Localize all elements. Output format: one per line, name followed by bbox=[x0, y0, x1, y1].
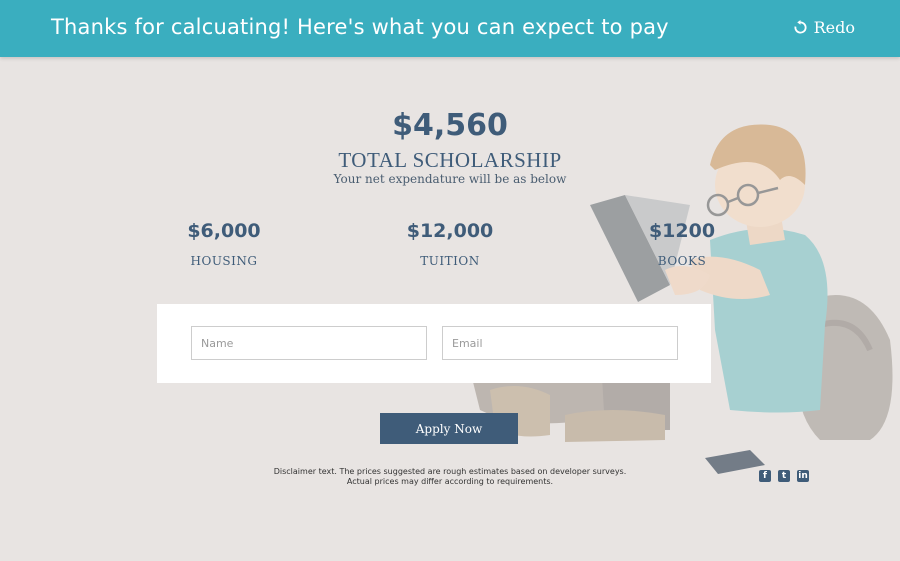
apply-form-card bbox=[157, 304, 711, 383]
cost-books: $1200 BOOKS bbox=[602, 220, 762, 268]
books-value: $1200 bbox=[648, 220, 716, 242]
header-bar: Thanks for calcuating! Here's what you c… bbox=[0, 0, 900, 57]
total-amount: $4,560 bbox=[392, 108, 508, 143]
apply-now-button[interactable]: Apply Now bbox=[380, 413, 518, 444]
total-label: TOTAL SCHOLARSHIP bbox=[338, 148, 562, 172]
cost-housing: $6,000 HOUSING bbox=[144, 220, 304, 268]
redo-button[interactable]: Redo bbox=[793, 18, 855, 37]
facebook-icon[interactable]: f bbox=[759, 470, 771, 482]
tuition-label: TUITION bbox=[420, 254, 480, 268]
housing-value: $6,000 bbox=[187, 220, 261, 242]
email-input[interactable] bbox=[442, 326, 678, 360]
linkedin-icon[interactable]: in bbox=[797, 470, 809, 482]
books-label: BOOKS bbox=[657, 254, 707, 268]
name-input[interactable] bbox=[191, 326, 427, 360]
housing-label: HOUSING bbox=[190, 254, 258, 268]
total-subtitle: Your net expendature will be as below bbox=[333, 172, 567, 186]
cost-tuition: $12,000 TUITION bbox=[370, 220, 530, 268]
tuition-value: $12,000 bbox=[406, 220, 494, 242]
page-title: Thanks for calcuating! Here's what you c… bbox=[51, 15, 669, 39]
redo-icon bbox=[794, 20, 807, 34]
redo-label: Redo bbox=[813, 18, 855, 37]
twitter-icon[interactable]: t bbox=[778, 470, 790, 482]
